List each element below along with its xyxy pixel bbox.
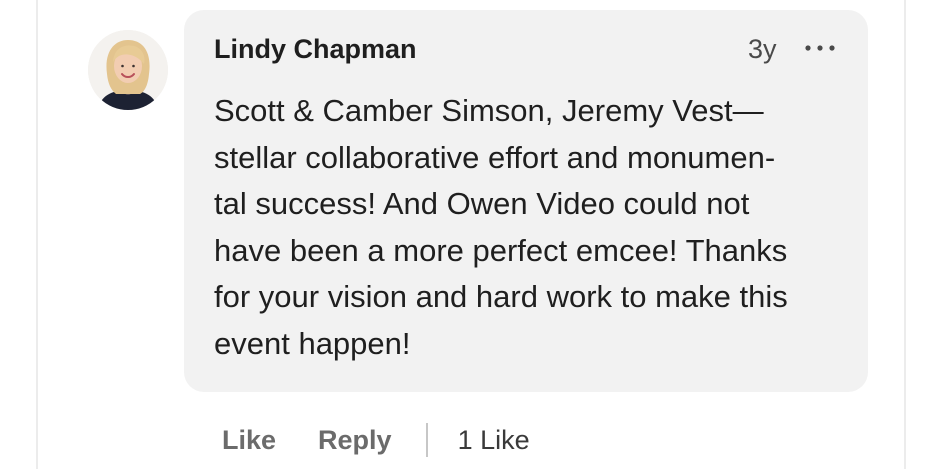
comment-timestamp: 3y <box>748 34 777 64</box>
comment-line: stellar collaborative effort and monumen… <box>214 139 776 175</box>
thread-rail-right <box>904 0 906 469</box>
likes-count[interactable]: 1 Like <box>458 425 530 456</box>
comment-line: event happen! <box>214 325 411 361</box>
thread-rail-left <box>36 0 38 469</box>
reply-button[interactable]: Reply <box>318 425 392 456</box>
comment-line: have been a more perfect emcee! Thanks <box>214 232 788 268</box>
comment-line: tal success! And Owen Video could not <box>214 186 750 221</box>
avatar-portrait-image <box>88 30 168 110</box>
comment-thread: Lindy Chapman 3y Scott & Camber Simson, … <box>0 0 946 469</box>
more-options-icon[interactable] <box>800 40 840 56</box>
comment-author-name[interactable]: Lindy Chapman <box>214 34 417 65</box>
comment-line: Scott & Camber Simson, Jeremy Vest— <box>214 93 764 128</box>
like-button[interactable]: Like <box>222 425 276 456</box>
comment-actions-bar: Like Reply 1 Like <box>222 420 530 460</box>
actions-divider <box>425 423 428 457</box>
comment-body: Scott & Camber Simson, Jeremy Vest— stel… <box>214 88 864 367</box>
comment-line: for your vision and hard work to make th… <box>214 279 788 314</box>
avatar[interactable] <box>88 30 168 110</box>
